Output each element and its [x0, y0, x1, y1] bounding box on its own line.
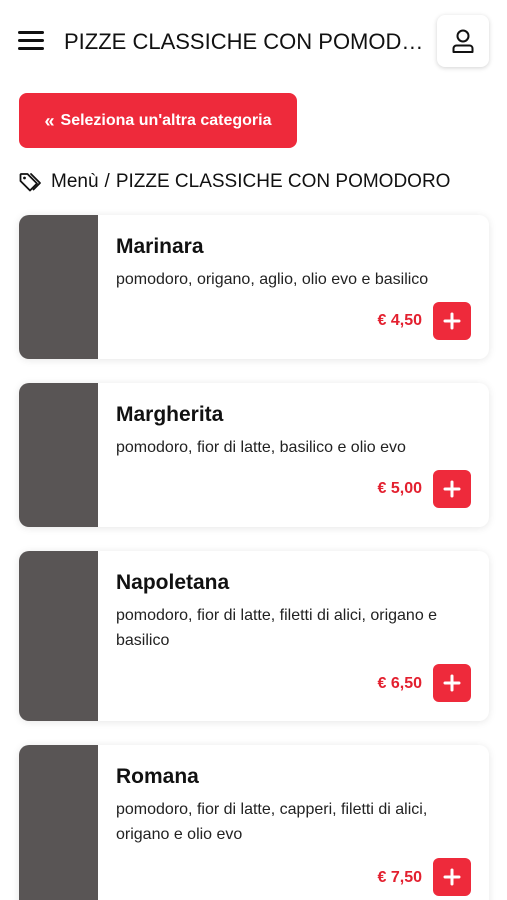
product-description: pomodoro, fior di latte, basilico e olio… [116, 439, 406, 456]
product-image-placeholder [19, 745, 98, 900]
product-card: Margherita pomodoro, fior di latte, basi… [19, 383, 489, 527]
add-to-cart-button[interactable] [433, 302, 471, 340]
product-price: € 4,50 [377, 312, 422, 329]
plus-icon [443, 674, 461, 692]
plus-icon [443, 868, 461, 886]
product-image-placeholder [19, 215, 98, 359]
select-category-button[interactable]: « Seleziona un'altra categoria [19, 93, 297, 148]
product-card: Napoletana pomodoro, fior di latte, file… [19, 551, 489, 721]
breadcrumb: Menù / PIZZE CLASSICHE CON POMODORO [19, 171, 450, 193]
tags-icon [19, 173, 41, 192]
hamburger-menu-icon[interactable] [18, 28, 44, 52]
product-card: Romana pomodoro, fior di latte, capperi,… [19, 745, 489, 900]
product-card: Marinara pomodoro, origano, aglio, olio … [19, 215, 489, 359]
product-name: Romana [116, 765, 199, 788]
product-price: € 5,00 [377, 480, 422, 497]
user-icon [452, 29, 474, 53]
add-to-cart-button[interactable] [433, 858, 471, 896]
product-price: € 6,50 [377, 675, 422, 692]
select-category-label: Seleziona un'altra categoria [60, 111, 272, 129]
page-title: PIZZE CLASSICHE CON POMODORO [64, 29, 426, 54]
top-bar: PIZZE CLASSICHE CON POMODORO [0, 0, 507, 80]
add-to-cart-button[interactable] [433, 664, 471, 702]
plus-icon [443, 312, 461, 330]
product-description: pomodoro, origano, aglio, olio evo e bas… [116, 271, 429, 288]
double-chevron-left-icon: « [44, 110, 55, 131]
add-to-cart-button[interactable] [433, 470, 471, 508]
breadcrumb-current: PIZZE CLASSICHE CON POMODORO [115, 171, 451, 192]
product-image-placeholder [19, 551, 98, 721]
product-name: Marinara [116, 235, 204, 258]
product-image-placeholder [19, 383, 98, 527]
product-name: Margherita [116, 403, 224, 426]
breadcrumb-separator: / [104, 171, 110, 192]
plus-icon [443, 480, 461, 498]
product-description: pomodoro, fior di latte, capperi, filett… [116, 801, 428, 843]
user-account-button[interactable] [437, 15, 489, 67]
product-name: Napoletana [116, 571, 230, 594]
breadcrumb-menu-link[interactable]: Menù [51, 171, 99, 193]
product-description: pomodoro, fior di latte, filetti di alic… [116, 607, 438, 649]
product-price: € 7,50 [377, 869, 422, 886]
